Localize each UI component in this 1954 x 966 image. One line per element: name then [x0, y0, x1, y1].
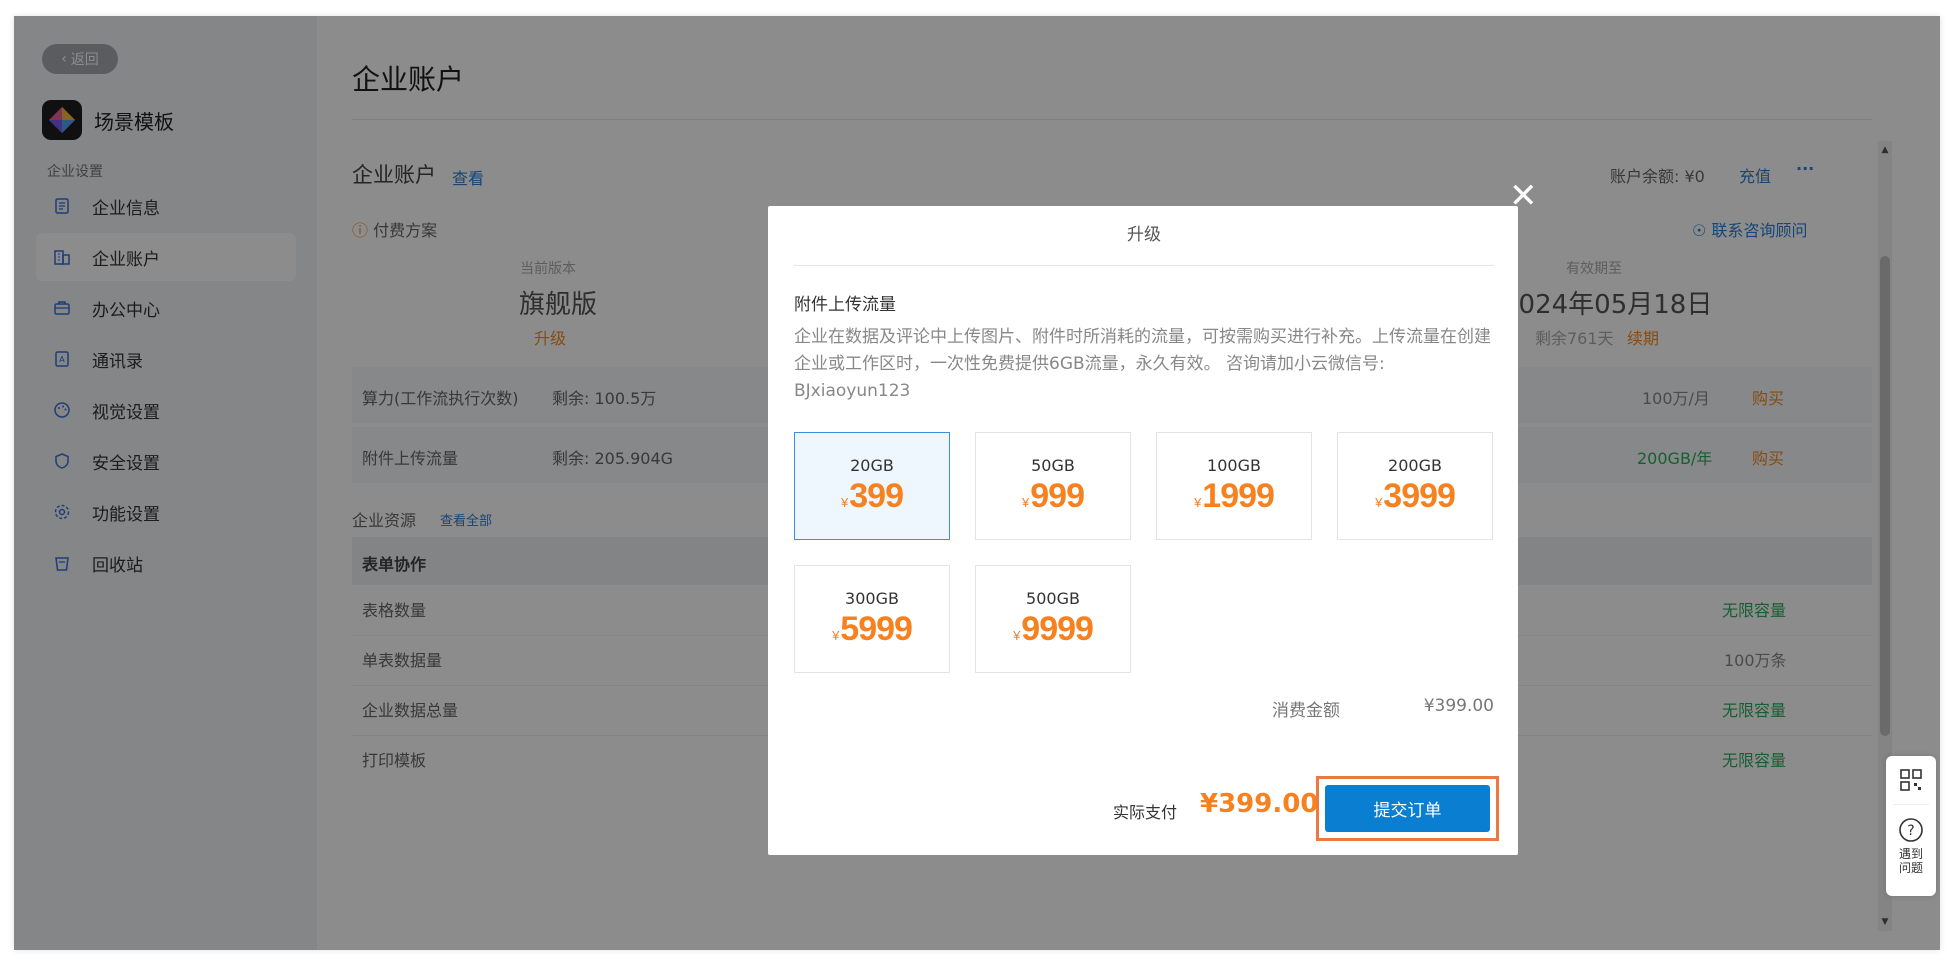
qr-code-button[interactable]	[1899, 768, 1923, 792]
option-price: ¥999	[1022, 477, 1085, 515]
option-size: 300GB	[845, 589, 899, 608]
actual-payment-value: ¥399.00	[1200, 789, 1319, 819]
svg-text:?: ?	[1907, 823, 1914, 839]
plan-option-20gb[interactable]: 20GB ¥399	[794, 432, 950, 540]
float-divider	[1893, 804, 1929, 805]
option-price: ¥5999	[832, 610, 913, 648]
upgrade-modal: 升级 附件上传流量 企业在数据及评论中上传图片、附件时所消耗的流量，可按需购买进…	[768, 206, 1518, 855]
floating-help-bar: ? 遇到 问题	[1886, 756, 1936, 896]
option-size: 20GB	[850, 456, 894, 475]
help-label-2: 问题	[1898, 861, 1923, 876]
option-price: ¥9999	[1013, 610, 1094, 648]
plan-option-300gb[interactable]: 300GB ¥5999	[794, 565, 950, 673]
plan-option-200gb[interactable]: 200GB ¥3999	[1337, 432, 1493, 540]
modal-subtitle: 附件上传流量	[794, 295, 896, 315]
app-window: ‹ 返回 场景模板 企业设置 企业信息 企业账户 办公中心 A 通讯录 视觉设置…	[14, 16, 1940, 950]
option-price: ¥399	[841, 477, 904, 515]
modal-title: 升级	[794, 206, 1494, 266]
actual-payment-label: 实际支付	[1113, 803, 1178, 822]
option-price: ¥1999	[1194, 477, 1275, 515]
submit-order-button[interactable]: 提交订单	[1325, 785, 1490, 832]
plan-option-500gb[interactable]: 500GB ¥9999	[975, 565, 1131, 673]
option-size: 200GB	[1388, 456, 1442, 475]
fee-value: ¥399.00	[1423, 696, 1494, 716]
option-price: ¥3999	[1375, 477, 1456, 515]
submit-highlight: 提交订单	[1316, 776, 1499, 841]
qr-code-icon	[1900, 769, 1922, 791]
help-label-1: 遇到	[1898, 847, 1923, 861]
option-size: 100GB	[1207, 456, 1261, 475]
question-icon: ?	[1899, 818, 1923, 842]
fee-label: 消费金额	[1272, 701, 1340, 721]
modal-description: 企业在数据及评论中上传图片、附件时所消耗的流量，可按需购买进行补充。上传流量在创…	[794, 327, 1491, 401]
option-size: 50GB	[1031, 456, 1075, 475]
plan-option-100gb[interactable]: 100GB ¥1999	[1156, 432, 1312, 540]
option-size: 500GB	[1026, 589, 1080, 608]
help-button[interactable]: ? 遇到 问题	[1898, 817, 1924, 876]
plan-option-50gb[interactable]: 50GB ¥999	[975, 432, 1131, 540]
